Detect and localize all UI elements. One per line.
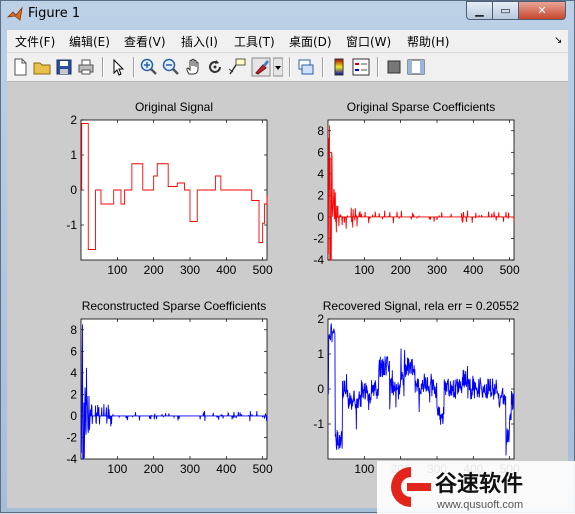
y-tick-label: 1	[317, 347, 324, 361]
open-file-icon[interactable]	[32, 57, 52, 77]
colorbar-icon[interactable]	[329, 57, 349, 77]
x-tick-label: 500	[500, 263, 520, 277]
site-watermark-logo: 谷速软件 www.qusuoft.com	[377, 461, 575, 514]
brush-dropdown-icon[interactable]	[273, 57, 283, 77]
x-tick-label: 100	[354, 462, 374, 476]
menu-view[interactable]: 查看(V)	[124, 33, 166, 50]
y-tick-label: 2	[317, 312, 324, 326]
matlab-icon	[7, 6, 23, 21]
x-tick-label: 400	[463, 263, 483, 277]
subplot-title: Original Sparse Coefficients	[347, 100, 496, 114]
x-tick-label: 400	[216, 462, 236, 476]
y-tick-label: 4	[70, 366, 77, 380]
x-tick-label: 300	[180, 462, 200, 476]
y-tick-label: 0	[70, 183, 77, 197]
y-tick-label: -4	[66, 452, 77, 466]
menu-bar: 文件(F) 编辑(E) 查看(V) 插入(I) 工具(T) 桌面(D) 窗口(W…	[7, 30, 568, 53]
subplot-title: Reconstructed Sparse Coefficients	[82, 299, 267, 313]
maximize-button[interactable]: ▭	[492, 1, 519, 20]
hide-plot-tools-icon[interactable]	[384, 57, 404, 77]
y-tick-label: 8	[317, 124, 324, 138]
y-tick-label: -2	[313, 231, 324, 245]
x-tick-label: 300	[180, 263, 200, 277]
y-tick-label: -2	[66, 430, 77, 444]
toolbar-separator	[322, 57, 324, 77]
menu-window[interactable]: 窗口(W)	[346, 33, 391, 50]
x-tick-label: 100	[107, 462, 127, 476]
pointer-icon[interactable]	[108, 57, 128, 77]
y-tick-label: 0	[70, 409, 77, 423]
subplot-title: Original Signal	[135, 100, 213, 114]
brush-icon[interactable]	[251, 57, 271, 77]
y-tick-label: 2	[70, 387, 77, 401]
close-icon: ✕	[537, 4, 547, 17]
link-plot-icon[interactable]	[296, 57, 316, 77]
zoom-in-icon[interactable]	[139, 57, 159, 77]
toolbar-separator	[289, 57, 291, 77]
window-title: Figure 1	[28, 6, 81, 21]
menu-edit[interactable]: 编辑(E)	[69, 33, 110, 50]
y-tick-label: 2	[70, 113, 77, 127]
subplot-2[interactable]: Original Sparse Coefficients 100 200 300 400…	[313, 100, 520, 277]
axes-box	[80, 318, 268, 460]
subplot-4[interactable]: Recovered Signal, rela err = 0.20552 100 2…	[313, 299, 520, 476]
y-tick-label: 0	[317, 382, 324, 396]
y-tick-label: -1	[66, 218, 77, 232]
zoom-out-icon[interactable]	[161, 57, 181, 77]
y-tick-label: -4	[313, 253, 324, 267]
x-tick-label: 400	[216, 263, 236, 277]
show-plot-tools-icon[interactable]	[406, 57, 426, 77]
menu-tools[interactable]: 工具(T)	[234, 33, 275, 50]
save-icon[interactable]	[54, 57, 74, 77]
x-tick-label: 200	[144, 462, 164, 476]
subplot-1[interactable]: Original Signal 100 200 300 400 500 -1 0 1 2	[66, 100, 273, 277]
title-bar[interactable]: Figure 1 ▁ ▭ ✕	[1, 1, 574, 27]
plots-svg: Original Signal100 200 300 400 500-1012Origi…	[66, 100, 520, 476]
menu-insert[interactable]: 插入(I)	[181, 33, 218, 50]
menu-help[interactable]: 帮助(H)	[407, 33, 449, 50]
x-tick-label: 300	[427, 263, 447, 277]
minimize-icon: ▁	[475, 4, 484, 17]
rotate-3d-icon[interactable]	[205, 57, 225, 77]
y-tick-label: 8	[70, 323, 77, 337]
subplot-title: Recovered Signal, rela err = 0.20552	[323, 299, 520, 313]
print-icon[interactable]	[76, 57, 96, 77]
figure-toolbar	[7, 53, 568, 82]
y-tick-label: 2	[317, 188, 324, 202]
menu-desktop[interactable]: 桌面(D)	[289, 33, 332, 50]
y-tick-label: 0	[317, 210, 324, 224]
x-tick-label: 500	[253, 263, 273, 277]
minimize-button[interactable]: ▁	[466, 1, 493, 20]
data-cursor-icon[interactable]	[227, 57, 247, 77]
y-tick-label: -1	[313, 417, 324, 431]
x-tick-label: 100	[107, 263, 127, 277]
dock-arrow-icon[interactable]: ↘	[554, 35, 562, 46]
y-tick-label: 6	[317, 145, 324, 159]
svg-text:www.qusuoft.com: www.qusuoft.com	[436, 499, 523, 511]
x-tick-label: 200	[144, 263, 164, 277]
y-tick-label: 1	[70, 148, 77, 162]
new-figure-icon[interactable]	[10, 57, 30, 77]
maximize-icon: ▭	[500, 4, 511, 17]
x-tick-label: 200	[391, 263, 411, 277]
figure-window: Figure 1 ▁ ▭ ✕ 文件(F) 编辑(E) 查看(V) 插入(I) 工…	[0, 0, 575, 514]
toolbar-separator	[102, 57, 104, 77]
toolbar-separator	[133, 57, 135, 77]
svg-text:谷速软件: 谷速软件	[435, 471, 523, 496]
x-tick-label: 500	[253, 462, 273, 476]
legend-icon[interactable]	[351, 57, 371, 77]
menu-file[interactable]: 文件(F)	[15, 33, 55, 50]
close-button[interactable]: ✕	[518, 1, 566, 20]
x-tick-label: 100	[354, 263, 374, 277]
y-tick-label: 4	[317, 167, 324, 181]
subplot-3[interactable]: Reconstructed Sparse Coefficients 100 200 3…	[66, 299, 273, 476]
toolbar-separator	[377, 57, 379, 77]
pan-hand-icon[interactable]	[183, 57, 203, 77]
axes-box	[327, 119, 515, 261]
figure-canvas: Original Signal 100 200 300 400 500 -1 0 1 2 Origi…	[7, 82, 568, 508]
y-tick-label: 6	[70, 344, 77, 358]
